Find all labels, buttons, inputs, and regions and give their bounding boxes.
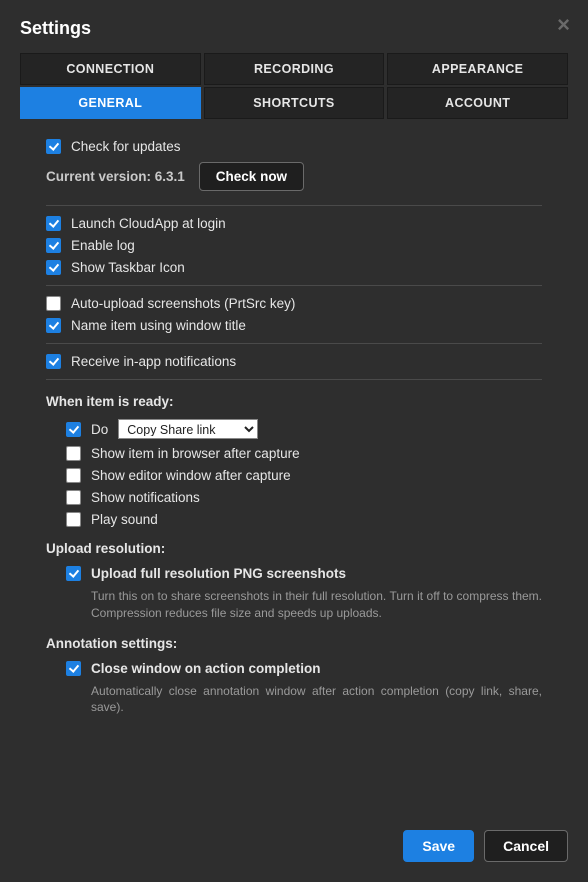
do-checkbox[interactable] [66, 422, 81, 437]
check-now-button[interactable]: Check now [199, 162, 304, 191]
launch-login-label: Launch CloudApp at login [71, 216, 226, 231]
save-button[interactable]: Save [403, 830, 474, 862]
close-window-desc: Automatically close annotation window af… [91, 683, 542, 717]
play-sound-row: Play sound [46, 512, 542, 527]
dialog-footer: Save Cancel [403, 830, 568, 862]
upload-res-label: Upload resolution: [46, 541, 542, 556]
tab-shortcuts[interactable]: SHORTCUTS [204, 87, 385, 119]
enable-log-row: Enable log [46, 238, 542, 253]
upload-full-desc: Turn this on to share screenshots in the… [91, 588, 542, 622]
version-text: Current version: 6.3.1 [46, 169, 185, 184]
tab-general[interactable]: GENERAL [20, 87, 201, 119]
check-updates-label: Check for updates [71, 139, 181, 154]
show-editor-row: Show editor window after capture [46, 468, 542, 483]
launch-login-checkbox[interactable] [46, 216, 61, 231]
launch-login-row: Launch CloudApp at login [46, 216, 542, 231]
upload-full-row: Upload full resolution PNG screenshots [46, 566, 542, 581]
divider [46, 285, 542, 286]
show-notif-checkbox[interactable] [66, 490, 81, 505]
show-notif-row: Show notifications [46, 490, 542, 505]
name-item-label: Name item using window title [71, 318, 246, 333]
show-browser-checkbox[interactable] [66, 446, 81, 461]
auto-upload-label: Auto-upload screenshots (PrtSrc key) [71, 296, 295, 311]
show-browser-row: Show item in browser after capture [46, 446, 542, 461]
check-updates-row: Check for updates [46, 139, 542, 154]
close-window-row: Close window on action completion [46, 661, 542, 676]
notifications-row: Receive in-app notifications [46, 354, 542, 369]
tabs-row-2: GENERAL SHORTCUTS ACCOUNT [20, 87, 568, 119]
do-row: Do Copy Share link [46, 419, 542, 439]
name-item-row: Name item using window title [46, 318, 542, 333]
when-ready-label: When item is ready: [46, 394, 542, 409]
name-item-checkbox[interactable] [46, 318, 61, 333]
divider [46, 379, 542, 380]
close-window-label: Close window on action completion [91, 661, 321, 676]
show-browser-label: Show item in browser after capture [91, 446, 300, 461]
tab-connection[interactable]: CONNECTION [20, 53, 201, 85]
tab-recording[interactable]: RECORDING [204, 53, 385, 85]
enable-log-label: Enable log [71, 238, 135, 253]
cancel-button[interactable]: Cancel [484, 830, 568, 862]
notifications-checkbox[interactable] [46, 354, 61, 369]
check-updates-checkbox[interactable] [46, 139, 61, 154]
show-taskbar-checkbox[interactable] [46, 260, 61, 275]
show-editor-label: Show editor window after capture [91, 468, 291, 483]
close-window-checkbox[interactable] [66, 661, 81, 676]
tab-appearance[interactable]: APPEARANCE [387, 53, 568, 85]
close-icon[interactable]: × [557, 14, 570, 36]
show-taskbar-label: Show Taskbar Icon [71, 260, 185, 275]
show-notif-label: Show notifications [91, 490, 200, 505]
tabs-row-1: CONNECTION RECORDING APPEARANCE [20, 53, 568, 85]
divider [46, 343, 542, 344]
enable-log-checkbox[interactable] [46, 238, 61, 253]
do-label: Do [91, 422, 108, 437]
version-row: Current version: 6.3.1 Check now [46, 162, 542, 191]
do-select[interactable]: Copy Share link [118, 419, 258, 439]
tab-account[interactable]: ACCOUNT [387, 87, 568, 119]
show-editor-checkbox[interactable] [66, 468, 81, 483]
play-sound-checkbox[interactable] [66, 512, 81, 527]
notifications-label: Receive in-app notifications [71, 354, 236, 369]
dialog-title: Settings [20, 18, 568, 39]
settings-dialog: Settings × CONNECTION RECORDING APPEARAN… [0, 0, 588, 882]
upload-full-label: Upload full resolution PNG screenshots [91, 566, 346, 581]
general-panel: Check for updates Current version: 6.3.1… [20, 139, 568, 716]
auto-upload-row: Auto-upload screenshots (PrtSrc key) [46, 296, 542, 311]
play-sound-label: Play sound [91, 512, 158, 527]
show-taskbar-row: Show Taskbar Icon [46, 260, 542, 275]
divider [46, 205, 542, 206]
auto-upload-checkbox[interactable] [46, 296, 61, 311]
upload-full-checkbox[interactable] [66, 566, 81, 581]
annotation-label: Annotation settings: [46, 636, 542, 651]
